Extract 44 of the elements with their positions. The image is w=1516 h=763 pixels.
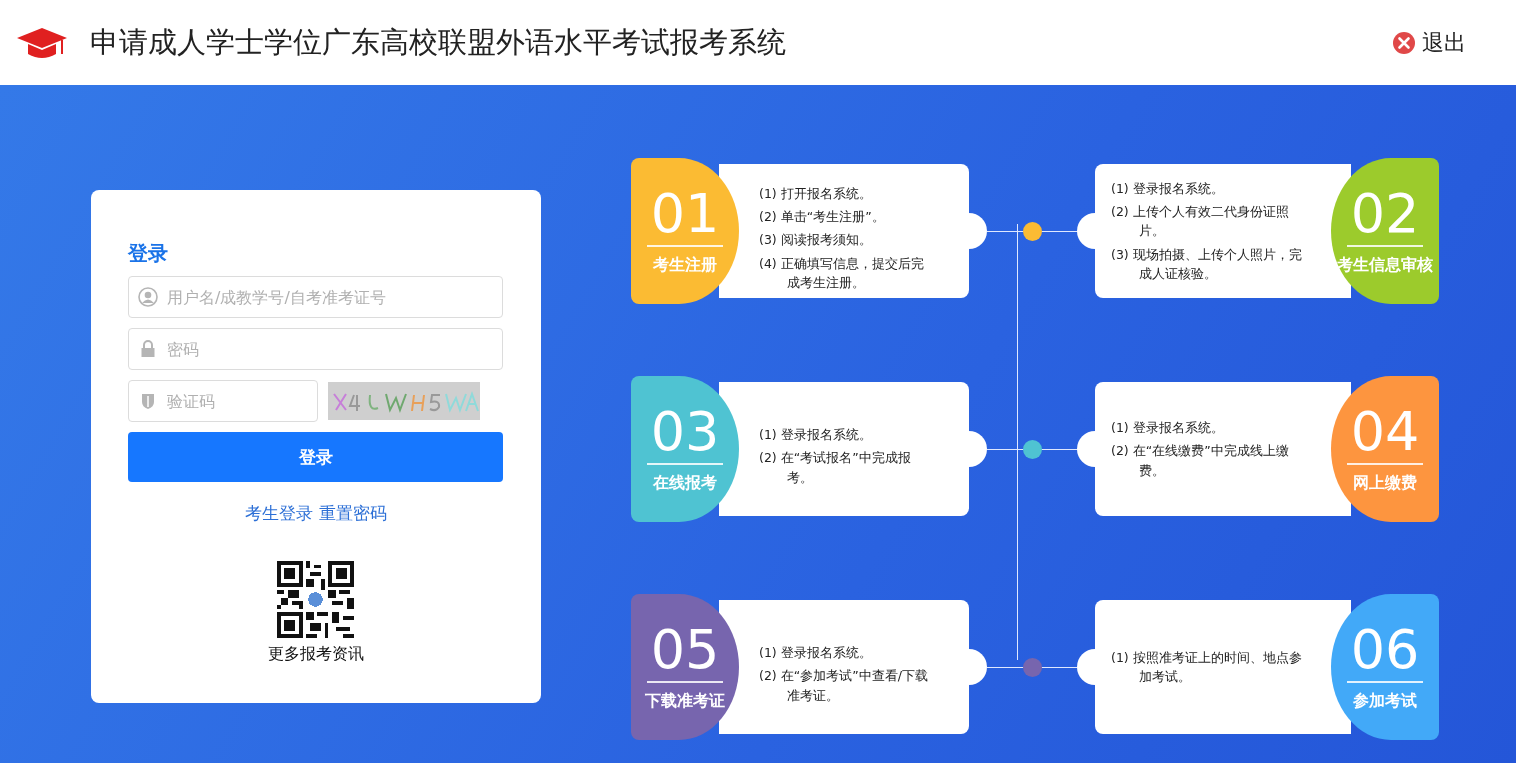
qr-caption: 更多报考资讯 <box>266 644 365 665</box>
step-instruction: (3) 现场拍摄、上传个人照片，完成人证核验。 <box>1111 245 1303 284</box>
step-instruction: (1) 登录报名系统。 <box>1111 179 1225 198</box>
step-instruction: (2) 在“参加考试”中查看/下载准考证。 <box>759 667 929 705</box>
step-instruction: (1) 登录报名系统。 <box>759 425 873 444</box>
step-instruction: (4) 正确填写信息，提交后完成考生注册。 <box>759 254 925 293</box>
text-link[interactable]: 重置密码 <box>318 502 387 525</box>
step-title: 下载准考证 <box>645 690 725 712</box>
username-field[interactable]: 用户名/成教学号/自考准考证号 <box>128 276 503 318</box>
step-number: 04 <box>1346 404 1424 465</box>
step-title: 在线报考 <box>653 472 717 494</box>
step-number: 03 <box>646 404 724 465</box>
password-field[interactable]: 密码 <box>128 328 503 370</box>
login-title: 登录 <box>128 240 169 267</box>
captcha-field[interactable]: 验证码 <box>128 380 318 422</box>
logout-link[interactable]: 退出 <box>1392 27 1466 58</box>
step-number: 05 <box>646 622 724 683</box>
step-instruction: (1) 按照准考证上的时间、地点参加考试。 <box>1111 648 1303 686</box>
step-title: 考生注册 <box>653 254 717 276</box>
step-instruction: (1) 登录报名系统。 <box>759 643 873 662</box>
text-link[interactable]: 考生登录 <box>244 502 313 525</box>
user-icon <box>138 287 158 307</box>
step-instruction: (1) 打开报名系统。 <box>759 184 873 203</box>
timeline-dot <box>1022 221 1042 241</box>
step-instruction: (1) 登录报名系统。 <box>1111 418 1225 437</box>
step-number: 01 <box>646 186 724 247</box>
timeline-dot <box>1022 657 1042 677</box>
step-title: 考生信息审核 <box>1337 254 1433 276</box>
close-icon <box>1392 30 1416 55</box>
step-instruction: (2) 在“考试报名”中完成报考。 <box>759 449 912 487</box>
step-instruction: (2) 上传个人有效二代身份证照片。 <box>1111 202 1290 241</box>
qr-code-icon <box>277 561 354 638</box>
step-number: 02 <box>1346 186 1424 247</box>
page-title: 申请成人学士学位广东高校联盟外语水平考试报考系统 <box>90 23 787 61</box>
step-title: 网上缴费 <box>1353 472 1417 494</box>
graduation-cap-icon <box>16 25 68 60</box>
step-number: 06 <box>1346 622 1424 683</box>
step-instruction: (3) 阅读报考须知。 <box>759 231 873 250</box>
step-instruction: (2) 单击“考生注册”。 <box>759 207 886 226</box>
login-button[interactable]: 登录 <box>128 432 503 482</box>
timeline-dot <box>1022 439 1042 459</box>
captcha-image[interactable] <box>328 382 480 420</box>
step-instruction: (2) 在“在线缴费”中完成线上缴费。 <box>1111 442 1290 480</box>
step-title: 参加考试 <box>1353 690 1417 712</box>
